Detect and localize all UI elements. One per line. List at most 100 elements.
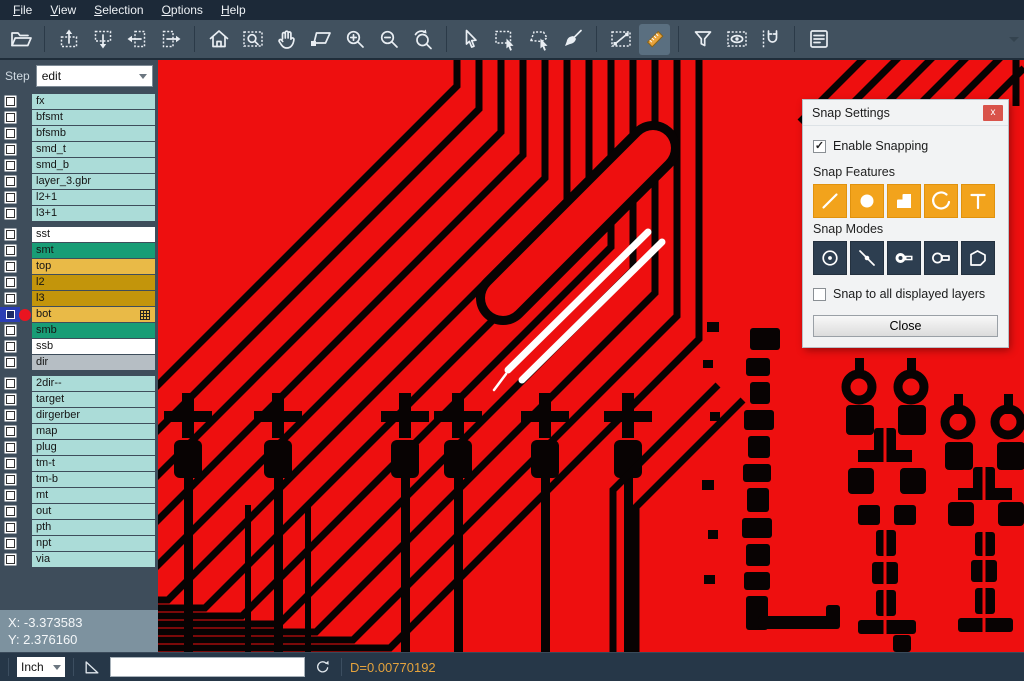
snap-feature-surface-button[interactable]: [887, 184, 921, 218]
unit-select[interactable]: Inch: [17, 657, 65, 677]
layer-name[interactable]: map: [32, 424, 155, 439]
layer-row[interactable]: smd_b: [0, 158, 158, 173]
layer-visibility-checkbox[interactable]: [0, 291, 20, 306]
snap-mode-pad-filled-button[interactable]: [887, 241, 921, 275]
layer-row[interactable]: bfsmt: [0, 110, 158, 125]
layer-name[interactable]: sst: [32, 227, 155, 242]
layer-visibility-checkbox[interactable]: [0, 355, 20, 370]
layer-name[interactable]: ssb: [32, 339, 155, 354]
layer-row[interactable]: l2: [0, 275, 158, 290]
measure-line-button[interactable]: [605, 24, 636, 55]
layer-row[interactable]: out: [0, 504, 158, 519]
layer-row[interactable]: plug: [0, 440, 158, 455]
layer-name[interactable]: bot: [32, 307, 155, 322]
snap-button[interactable]: [755, 24, 786, 55]
layer-row[interactable]: mt: [0, 488, 158, 503]
layer-name[interactable]: l3: [32, 291, 155, 306]
zoom-out-button[interactable]: [373, 24, 404, 55]
snap-mode-midpoint-button[interactable]: [850, 241, 884, 275]
zoom-in-button[interactable]: [339, 24, 370, 55]
layer-visibility-checkbox[interactable]: [0, 275, 20, 290]
zoom-selection-button[interactable]: [305, 24, 336, 55]
snap-all-layers-checkbox[interactable]: [813, 288, 826, 301]
pan-down-button[interactable]: [87, 24, 118, 55]
layer-name[interactable]: smd_b: [32, 158, 155, 173]
layer-name[interactable]: 2dir--: [32, 376, 155, 391]
layer-name[interactable]: bfsmb: [32, 126, 155, 141]
layer-row[interactable]: sst: [0, 227, 158, 242]
layer-name[interactable]: smd_t: [32, 142, 155, 157]
layer-name[interactable]: via: [32, 552, 155, 567]
snap-mode-center-button[interactable]: [813, 241, 847, 275]
layer-name[interactable]: smt: [32, 243, 155, 258]
filter-button[interactable]: [687, 24, 718, 55]
layer-row[interactable]: target: [0, 392, 158, 407]
layer-name[interactable]: plug: [32, 440, 155, 455]
menu-selection[interactable]: Selection: [85, 1, 152, 19]
layer-name[interactable]: l2+1: [32, 190, 155, 205]
layer-visibility-checkbox[interactable]: [0, 488, 20, 503]
dialog-close-button[interactable]: Close: [813, 315, 998, 337]
pan-hand-button[interactable]: [271, 24, 302, 55]
layer-row[interactable]: top: [0, 259, 158, 274]
layer-name[interactable]: fx: [32, 94, 155, 109]
layer-visibility-checkbox[interactable]: [0, 440, 20, 455]
layer-row[interactable]: bfsmb: [0, 126, 158, 141]
layer-row[interactable]: via: [0, 552, 158, 567]
layer-visibility-checkbox[interactable]: [0, 142, 20, 157]
ruler-button[interactable]: [639, 24, 670, 55]
layer-visibility-checkbox[interactable]: [0, 259, 20, 274]
layer-row[interactable]: smt: [0, 243, 158, 258]
layer-visibility-checkbox[interactable]: [0, 110, 20, 125]
layer-row[interactable]: dir: [0, 355, 158, 370]
layer-name[interactable]: dir: [32, 355, 155, 370]
clear-selection-button[interactable]: [557, 24, 588, 55]
layer-visibility-checkbox[interactable]: [0, 424, 20, 439]
layer-name[interactable]: tm-b: [32, 472, 155, 487]
pan-up-button[interactable]: [53, 24, 84, 55]
dialog-close-icon[interactable]: x: [983, 105, 1003, 121]
layer-name[interactable]: layer_3.gbr: [32, 174, 155, 189]
layer-visibility-checkbox[interactable]: [0, 307, 20, 322]
pan-right-button[interactable]: [155, 24, 186, 55]
menu-file[interactable]: File: [4, 1, 41, 19]
layer-row[interactable]: fx: [0, 94, 158, 109]
layer-visibility-checkbox[interactable]: [0, 126, 20, 141]
menu-help[interactable]: Help: [212, 1, 255, 19]
layer-visibility-checkbox[interactable]: [0, 472, 20, 487]
layer-row[interactable]: ssb: [0, 339, 158, 354]
zoom-window-button[interactable]: [237, 24, 268, 55]
layer-name[interactable]: smb: [32, 323, 155, 338]
pan-left-button[interactable]: [121, 24, 152, 55]
layer-row[interactable]: tm-t: [0, 456, 158, 471]
layer-visibility-checkbox[interactable]: [0, 174, 20, 189]
layer-row[interactable]: map: [0, 424, 158, 439]
layer-name[interactable]: npt: [32, 536, 155, 551]
layer-visibility-checkbox[interactable]: [0, 536, 20, 551]
snap-mode-contour-button[interactable]: [961, 241, 995, 275]
layer-visibility-checkbox[interactable]: [0, 94, 20, 109]
layer-row[interactable]: l3+1: [0, 206, 158, 221]
layer-name[interactable]: mt: [32, 488, 155, 503]
select-rectangle-button[interactable]: [489, 24, 520, 55]
layer-visibility-checkbox[interactable]: [0, 392, 20, 407]
layer-row[interactable]: bot: [0, 307, 158, 322]
layer-name[interactable]: target: [32, 392, 155, 407]
snap-mode-pad-outline-button[interactable]: [924, 241, 958, 275]
layer-name[interactable]: l2: [32, 275, 155, 290]
angle-icon[interactable]: [82, 657, 102, 677]
step-select[interactable]: edit: [36, 65, 153, 87]
dialog-title-bar[interactable]: Snap Settings x: [803, 100, 1008, 126]
layer-visibility-checkbox[interactable]: [0, 243, 20, 258]
zoom-fit-button[interactable]: [203, 24, 234, 55]
select-polygon-button[interactable]: [523, 24, 554, 55]
layer-visibility-checkbox[interactable]: [0, 376, 20, 391]
layer-name[interactable]: bfsmt: [32, 110, 155, 125]
layer-row[interactable]: l3: [0, 291, 158, 306]
zoom-previous-button[interactable]: [407, 24, 438, 55]
layer-visibility-checkbox[interactable]: [0, 158, 20, 173]
measure-input[interactable]: [110, 657, 305, 677]
layer-visibility-checkbox[interactable]: [0, 552, 20, 567]
layer-visibility-checkbox[interactable]: [0, 520, 20, 535]
layer-row[interactable]: npt: [0, 536, 158, 551]
